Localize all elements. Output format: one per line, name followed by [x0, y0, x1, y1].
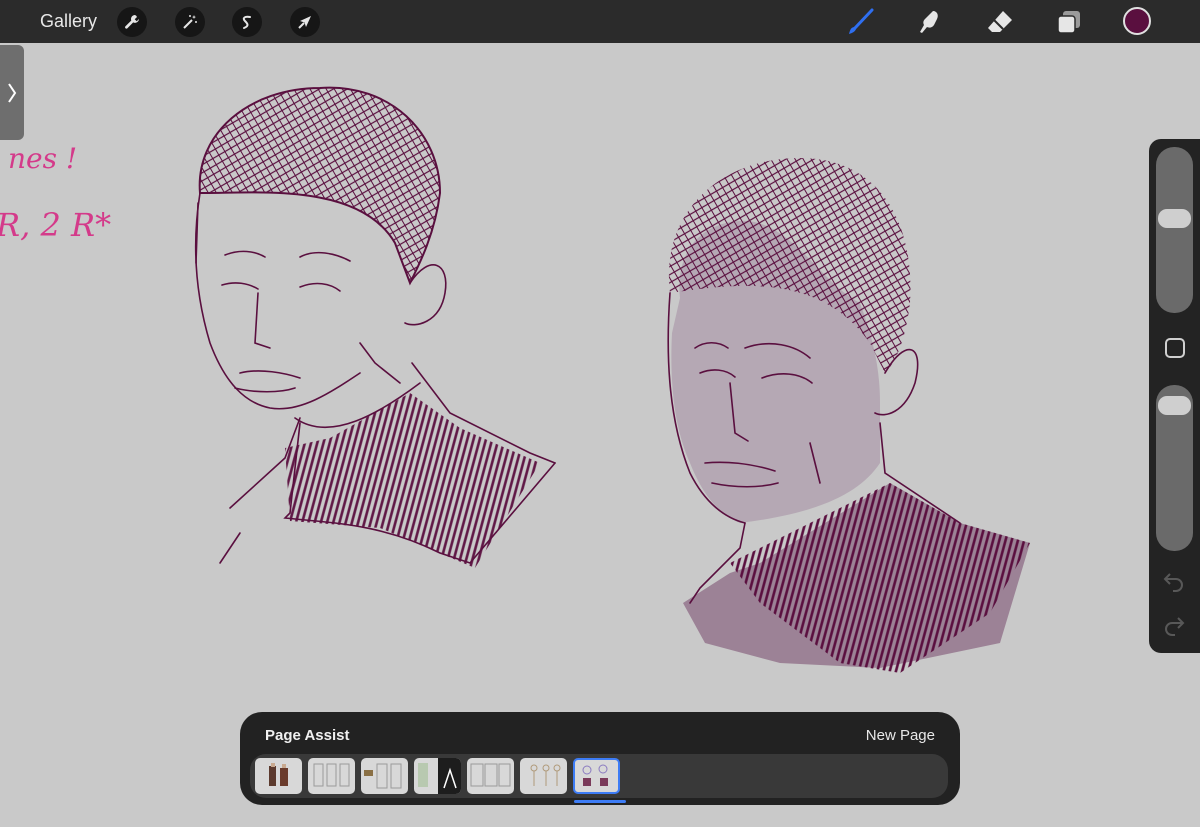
new-page-button[interactable]: New Page: [866, 727, 935, 744]
page-thumbnail[interactable]: [520, 758, 567, 794]
layers-icon[interactable]: [1053, 6, 1085, 38]
top-toolbar: Gallery: [0, 0, 1200, 43]
handwritten-note-line1: nes !: [8, 142, 77, 175]
page-thumbnail[interactable]: [255, 758, 302, 794]
gallery-link[interactable]: Gallery: [40, 11, 97, 32]
magic-wand-icon[interactable]: [175, 7, 205, 37]
sketch-head-right: [667, 158, 1030, 673]
brush-icon[interactable]: [845, 6, 877, 38]
smudge-icon[interactable]: [915, 6, 947, 38]
selected-page-indicator: [574, 800, 626, 803]
undo-icon[interactable]: [1162, 570, 1186, 597]
brush-size-thumb[interactable]: [1158, 209, 1191, 229]
page-assist-panel: Page Assist New Page: [240, 712, 960, 805]
opacity-thumb[interactable]: [1158, 395, 1191, 415]
modify-button[interactable]: [1165, 338, 1185, 358]
color-picker-swatch[interactable]: [1123, 7, 1151, 35]
page-thumbnail[interactable]: [414, 758, 461, 794]
handwritten-note-line2: R, 2 R*: [0, 206, 111, 244]
brush-size-slider[interactable]: [1156, 147, 1193, 313]
redo-icon[interactable]: [1162, 614, 1186, 641]
sidebar-toggle-handle[interactable]: [0, 45, 24, 140]
page-thumbnail[interactable]: [467, 758, 514, 794]
move-arrow-icon[interactable]: [290, 7, 320, 37]
drawing-canvas[interactable]: nes ! R, 2 R*: [0, 43, 1200, 827]
page-thumbnail-strip: [250, 754, 948, 798]
selection-icon[interactable]: [232, 7, 262, 37]
page-thumbnail[interactable]: [308, 758, 355, 794]
page-thumbnail-selected[interactable]: [573, 758, 620, 794]
chevron-right-icon: [8, 82, 17, 103]
opacity-slider[interactable]: [1156, 385, 1193, 551]
page-thumbnail[interactable]: [361, 758, 408, 794]
brush-side-panel: [1149, 139, 1200, 653]
eraser-icon[interactable]: [984, 6, 1016, 38]
page-assist-title: Page Assist: [265, 727, 350, 744]
wrench-icon[interactable]: [117, 7, 147, 37]
